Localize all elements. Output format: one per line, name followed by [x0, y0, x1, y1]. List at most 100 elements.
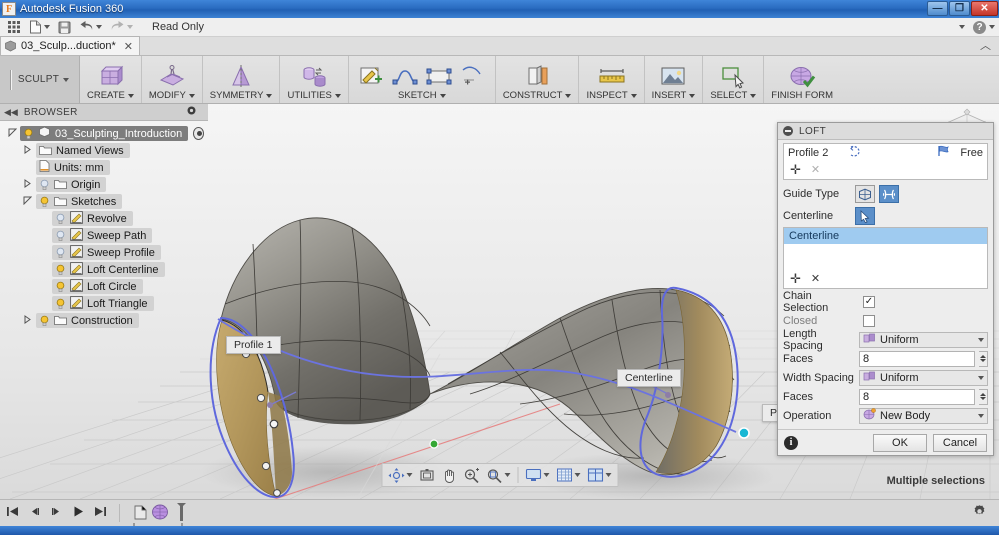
minimize-button[interactable]: —: [927, 1, 948, 16]
collapse-left-icon[interactable]: ◀◀: [4, 107, 18, 118]
workspace-selector[interactable]: SCULPT: [0, 56, 80, 103]
closed-checkbox[interactable]: [863, 314, 875, 327]
utilities-dropdown-caret[interactable]: [334, 93, 341, 98]
expander-expand-icon[interactable]: [22, 315, 33, 326]
ok-button[interactable]: OK: [873, 433, 927, 452]
symmetry-dropdown-caret[interactable]: [266, 93, 273, 98]
display-settings-icon[interactable]: [522, 465, 552, 485]
width-faces-stepper[interactable]: [979, 388, 988, 405]
loft-dialog[interactable]: LOFT Profile 2 Free ✛ ✕ Guide Type Cente…: [777, 122, 994, 456]
create-box-icon[interactable]: [95, 64, 125, 90]
measure-icon[interactable]: [597, 64, 627, 90]
operation-dropdown-caret[interactable]: [978, 413, 984, 418]
save-icon[interactable]: [55, 19, 74, 36]
ribbon-group-create[interactable]: CREATE: [80, 56, 142, 103]
operation-combo[interactable]: New Body: [859, 407, 988, 424]
length-spacing-dropdown-caret[interactable]: [978, 337, 984, 342]
document-tab[interactable]: 03_Sculp...duction* ✕: [0, 36, 140, 55]
expander-expand-icon[interactable]: [22, 179, 33, 190]
help-dropdown-caret[interactable]: [989, 25, 995, 29]
collapse-ribbon-icon[interactable]: ︿: [980, 37, 991, 53]
help-icon[interactable]: ?: [973, 20, 986, 34]
tree-item-loft-centerline[interactable]: Loft Centerline: [0, 261, 208, 278]
activate-component-icon[interactable]: [193, 127, 204, 140]
zoom-in-icon[interactable]: [460, 465, 482, 485]
tree-item-construction[interactable]: Construction: [0, 312, 208, 329]
insert-dropdown-caret[interactable]: [689, 93, 696, 98]
profiles-selection-list[interactable]: Profile 2 Free ✛ ✕: [783, 143, 988, 180]
modify-icon[interactable]: [157, 64, 187, 90]
timeline-settings-gear-icon[interactable]: [972, 504, 987, 522]
viewport-layout-icon[interactable]: [584, 465, 614, 485]
orbit-dropdown-caret[interactable]: [406, 473, 412, 477]
symmetry-icon[interactable]: [226, 64, 256, 90]
timeline-step-back-icon[interactable]: [28, 505, 41, 521]
tree-item-units[interactable]: Units: mm: [0, 159, 208, 176]
width-spacing-dropdown-caret[interactable]: [978, 375, 984, 380]
expander-expand-icon[interactable]: [22, 145, 33, 156]
ribbon-group-symmetry[interactable]: SYMMETRY: [203, 56, 281, 103]
tangency-flag-icon[interactable]: [936, 145, 950, 160]
ribbon-group-insert[interactable]: INSERT: [645, 56, 704, 103]
tree-item-sketches[interactable]: Sketches: [0, 193, 208, 210]
length-spacing-combo[interactable]: Uniform: [859, 331, 988, 348]
modify-dropdown-caret[interactable]: [188, 93, 195, 98]
timeline-play-icon[interactable]: [72, 505, 85, 521]
redo-dropdown-caret[interactable]: [127, 25, 133, 29]
visibility-bulb-icon[interactable]: [55, 230, 66, 242]
finish-form-icon[interactable]: [787, 64, 817, 90]
timeline-go-end-icon[interactable]: [94, 505, 107, 521]
ribbon-group-sketch[interactable]: SKETCH: [349, 56, 496, 103]
utilities-icon[interactable]: [299, 64, 329, 90]
profile-selection-icon[interactable]: [848, 145, 862, 161]
add-profile-icon[interactable]: ✛: [790, 163, 801, 176]
centerline-selected-item[interactable]: Centerline: [784, 228, 987, 244]
insert-image-icon[interactable]: [658, 64, 688, 90]
visibility-bulb-icon[interactable]: [55, 247, 66, 259]
visibility-bulb-icon[interactable]: [39, 315, 50, 327]
centerline-list-empty-area[interactable]: [784, 244, 987, 270]
undo-icon[interactable]: [76, 19, 105, 36]
ribbon-group-select[interactable]: SELECT: [703, 56, 765, 103]
inspect-dropdown-caret[interactable]: [630, 93, 637, 98]
grid-snap-dropdown-caret[interactable]: [574, 473, 580, 477]
add-centerline-icon[interactable]: ✛: [790, 272, 801, 285]
new-document-icon[interactable]: [26, 19, 53, 36]
visibility-bulb-icon[interactable]: [39, 196, 50, 208]
workspace-dropdown-caret[interactable]: [63, 77, 70, 82]
maximize-button[interactable]: ❐: [949, 1, 970, 16]
tree-item-root[interactable]: 03_Sculpting_Introduction: [0, 125, 208, 142]
sketch-dropdown-caret[interactable]: [439, 93, 446, 98]
timeline-marker-icon[interactable]: [176, 502, 187, 525]
create-dropdown-caret[interactable]: [127, 93, 134, 98]
length-faces-input[interactable]: 8: [859, 350, 975, 367]
close-button[interactable]: ✕: [971, 1, 998, 16]
tree-item-loft-triangle[interactable]: Loft Triangle: [0, 295, 208, 312]
visibility-bulb-icon[interactable]: [55, 213, 66, 225]
profile-2-row[interactable]: Profile 2 Free: [784, 144, 987, 161]
app-grid-icon[interactable]: [4, 19, 24, 36]
select-dropdown-caret[interactable]: [750, 93, 757, 98]
ribbon-group-inspect[interactable]: INSPECT: [579, 56, 645, 103]
centerline-selection-list[interactable]: Centerline ✛ ✕: [783, 227, 988, 289]
zoom-window-dropdown-caret[interactable]: [504, 473, 510, 477]
timeline-go-start-icon[interactable]: [6, 505, 19, 521]
tree-item-sweep-profile[interactable]: Sweep Profile: [0, 244, 208, 261]
centerline-guide-icon[interactable]: [879, 185, 899, 203]
visibility-bulb-icon[interactable]: [55, 298, 66, 310]
visibility-bulb-icon[interactable]: [39, 179, 50, 191]
visibility-bulb-icon[interactable]: [23, 128, 34, 140]
remove-profile-icon[interactable]: ✕: [811, 163, 820, 176]
ribbon-group-utilities[interactable]: UTILITIES: [280, 56, 349, 103]
select-arrow-icon[interactable]: [718, 64, 748, 90]
sketch-icon[interactable]: [356, 64, 386, 90]
redo-icon[interactable]: [107, 19, 136, 36]
arc-icon[interactable]: [458, 64, 488, 90]
orbit-icon[interactable]: [385, 465, 415, 485]
zoom-window-icon[interactable]: [483, 465, 513, 485]
rails-guide-icon[interactable]: [855, 185, 875, 203]
close-tab-icon[interactable]: ✕: [122, 40, 135, 53]
cancel-button[interactable]: Cancel: [933, 433, 987, 452]
ribbon-group-modify[interactable]: MODIFY: [142, 56, 203, 103]
ribbon-group-finish-form[interactable]: FINISH FORM: [764, 56, 840, 103]
